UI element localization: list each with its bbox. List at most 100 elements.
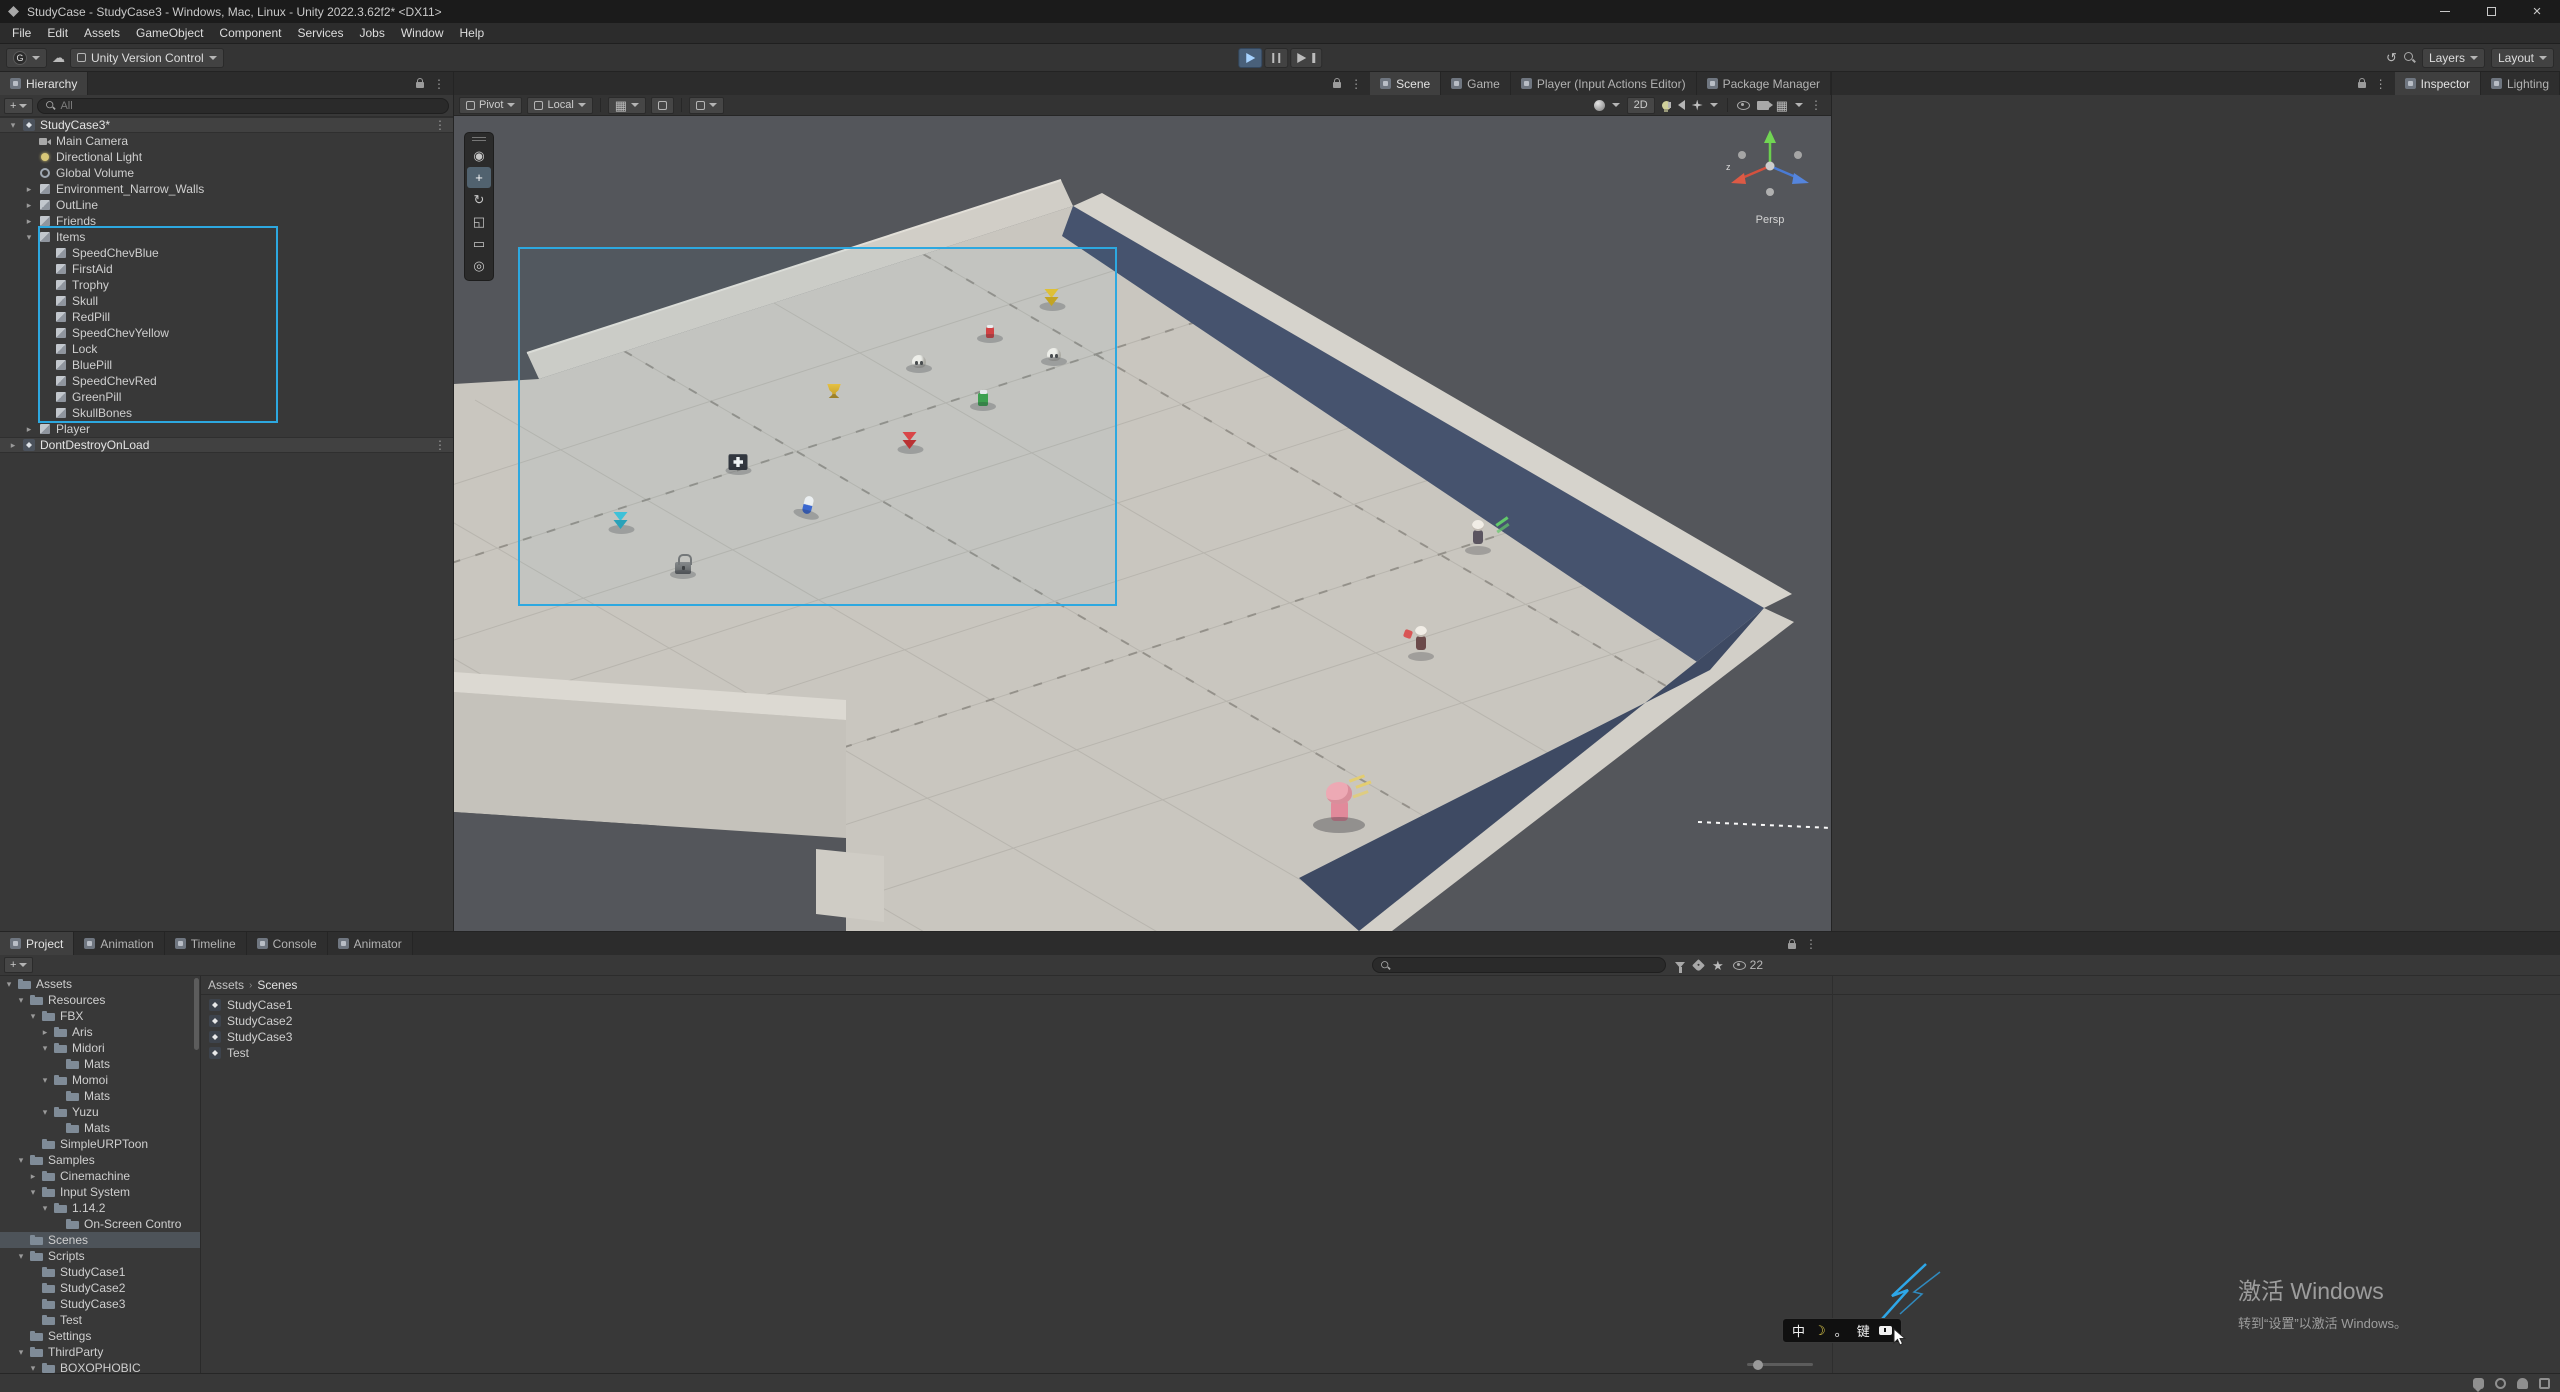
folder-row[interactable]: Mats (0, 1120, 200, 1136)
menu-item[interactable]: File (4, 23, 39, 43)
scene-tool-button[interactable]: ◱ (467, 211, 491, 232)
expand-arrow-icon[interactable]: ▸ (8, 440, 18, 451)
tab[interactable]: Animation (74, 932, 164, 955)
hierarchy-row[interactable]: Skull ⋮ (0, 293, 453, 309)
scene-tool-button[interactable]: ◉ (467, 145, 491, 166)
folder-row[interactable]: Scenes (0, 1232, 200, 1248)
create-asset-button[interactable]: + (4, 957, 33, 973)
tab[interactable]: Project (0, 932, 74, 955)
expand-arrow-icon[interactable]: ▾ (40, 1203, 50, 1214)
hierarchy-row[interactable]: ▸ Player ⋮ (0, 421, 453, 437)
scene-camera-icon[interactable] (1757, 101, 1769, 110)
overlay-menu-icon[interactable]: ⋮ (1810, 98, 1822, 112)
folder-row[interactable]: StudyCase2 (0, 1280, 200, 1296)
snap-settings-button[interactable] (689, 97, 724, 114)
folder-row[interactable]: Mats (0, 1056, 200, 1072)
snap-increment-button[interactable] (651, 97, 674, 114)
folder-row[interactable]: ▾ FBX (0, 1008, 200, 1024)
tab[interactable]: Game (1441, 72, 1511, 95)
asset-row[interactable]: Test (201, 1045, 2560, 1061)
hierarchy-row[interactable]: GreenPill ⋮ (0, 389, 453, 405)
icon-size-slider[interactable] (1747, 1363, 1813, 1366)
lock-icon[interactable] (2358, 82, 2366, 88)
hierarchy-row[interactable]: FirstAid ⋮ (0, 261, 453, 277)
folder-row[interactable]: Test (0, 1312, 200, 1328)
menu-item[interactable]: Help (452, 23, 493, 43)
ime-mode-toggle[interactable]: 中 (1792, 1321, 1805, 1340)
tab[interactable]: Package Manager (1697, 72, 1831, 95)
hierarchy-row[interactable]: Directional Light ⋮ (0, 149, 453, 165)
pivot-dropdown[interactable]: Pivot (459, 97, 522, 114)
hierarchy-row[interactable]: Trophy ⋮ (0, 277, 453, 293)
folder-row[interactable]: ▾ Scripts (0, 1248, 200, 1264)
folder-row[interactable]: Mats (0, 1088, 200, 1104)
asset-row[interactable]: StudyCase2 (201, 1013, 2560, 1029)
expand-arrow-icon[interactable]: ▾ (4, 979, 14, 990)
pause-button[interactable] (1264, 48, 1288, 68)
expand-arrow-icon[interactable]: ▸ (40, 1027, 50, 1038)
hierarchy-row[interactable]: SpeedChevBlue ⋮ (0, 245, 453, 261)
tab-hierarchy[interactable]: Hierarchy (0, 72, 88, 95)
panel-menu-icon[interactable]: ⋮ (2375, 77, 2387, 91)
expand-arrow-icon[interactable]: ▸ (24, 424, 34, 435)
menu-item[interactable]: GameObject (128, 23, 211, 43)
ime-fullwidth-icon[interactable]: ☽ (1814, 1323, 1826, 1339)
folder-row[interactable]: StudyCase3 (0, 1296, 200, 1312)
expand-arrow-icon[interactable]: ▸ (24, 200, 34, 211)
save-search-star-icon[interactable]: ★ (1712, 959, 1724, 972)
search-by-type-icon[interactable] (1675, 962, 1685, 968)
folder-row[interactable]: On-Screen Contro (0, 1216, 200, 1232)
hierarchy-row[interactable]: Global Volume ⋮ (0, 165, 453, 181)
scene-tool-button[interactable]: + (467, 167, 491, 188)
scene-tool-button[interactable]: ▭ (467, 233, 491, 254)
expand-arrow-icon[interactable]: ▸ (28, 1171, 38, 1182)
hierarchy-search-input[interactable] (60, 100, 442, 112)
menu-item[interactable]: Component (211, 23, 289, 43)
hierarchy-row[interactable]: ▾ StudyCase3* ⋮ (0, 117, 453, 133)
chevron-down-icon[interactable] (1612, 103, 1620, 107)
scene-tool-button[interactable]: ◎ (467, 255, 491, 276)
ime-language-bar[interactable]: 中 ☽ 。 键 (1782, 1318, 1902, 1343)
tab[interactable]: Inspector (2395, 72, 2481, 95)
scene-tool-button[interactable]: ↻ (467, 189, 491, 210)
overlay-grip[interactable] (472, 137, 486, 141)
expand-arrow-icon[interactable]: ▾ (28, 1011, 38, 1022)
tab[interactable]: Lighting (2481, 72, 2560, 95)
hierarchy-row[interactable]: ▸ OutLine ⋮ (0, 197, 453, 213)
panel-menu-icon[interactable]: ⋮ (1350, 77, 1362, 91)
breadcrumb-scenes[interactable]: Scenes (257, 978, 297, 992)
hierarchy-row[interactable]: SpeedChevYellow ⋮ (0, 325, 453, 341)
folder-row[interactable]: Settings (0, 1328, 200, 1344)
folder-row[interactable]: StudyCase1 (0, 1264, 200, 1280)
asset-row[interactable]: StudyCase1 (201, 997, 2560, 1013)
panel-menu-icon[interactable]: ⋮ (433, 77, 445, 91)
gizmo-projection-label[interactable]: Persp (1712, 214, 1828, 226)
version-control-button[interactable]: Unity Version Control (70, 48, 224, 68)
hidden-packages-count[interactable]: 22 (1733, 958, 1763, 972)
expand-arrow-icon[interactable]: ▾ (40, 1107, 50, 1118)
ime-input-device-icon[interactable] (1879, 1326, 1892, 1335)
grid-visibility-icon[interactable]: ▦ (1776, 99, 1788, 112)
close-button[interactable]: × (2514, 0, 2560, 23)
folder-row[interactable]: ▾ ThirdParty (0, 1344, 200, 1360)
breadcrumb-assets[interactable]: Assets (208, 978, 244, 992)
expand-arrow-icon[interactable]: ▾ (40, 1075, 50, 1086)
undo-history-icon[interactable]: ↺ (2386, 51, 2397, 64)
create-object-button[interactable]: + (4, 98, 33, 114)
2d-toggle-button[interactable]: 2D (1627, 97, 1655, 114)
sync-status-icon[interactable] (2495, 1378, 2506, 1389)
expand-arrow-icon[interactable]: ▾ (16, 1347, 26, 1358)
menu-item[interactable]: Jobs (351, 23, 392, 43)
ime-keyboard-label[interactable]: 键 (1857, 1321, 1870, 1340)
effects-icon[interactable] (1692, 100, 1703, 111)
expand-arrow-icon[interactable]: ▾ (28, 1363, 38, 1374)
handle-rotation-dropdown[interactable]: Local (527, 97, 592, 114)
draw-mode-icon[interactable] (1594, 100, 1605, 111)
menu-item[interactable]: Window (393, 23, 452, 43)
hierarchy-row[interactable]: ▸ Environment_Narrow_Walls ⋮ (0, 181, 453, 197)
hierarchy-row[interactable]: SpeedChevRed ⋮ (0, 373, 453, 389)
project-search-input[interactable] (1395, 959, 1659, 971)
layout-dropdown[interactable]: Layout (2491, 48, 2554, 68)
expand-arrow-icon[interactable]: ▾ (16, 1155, 26, 1166)
hierarchy-row[interactable]: BluePill ⋮ (0, 357, 453, 373)
